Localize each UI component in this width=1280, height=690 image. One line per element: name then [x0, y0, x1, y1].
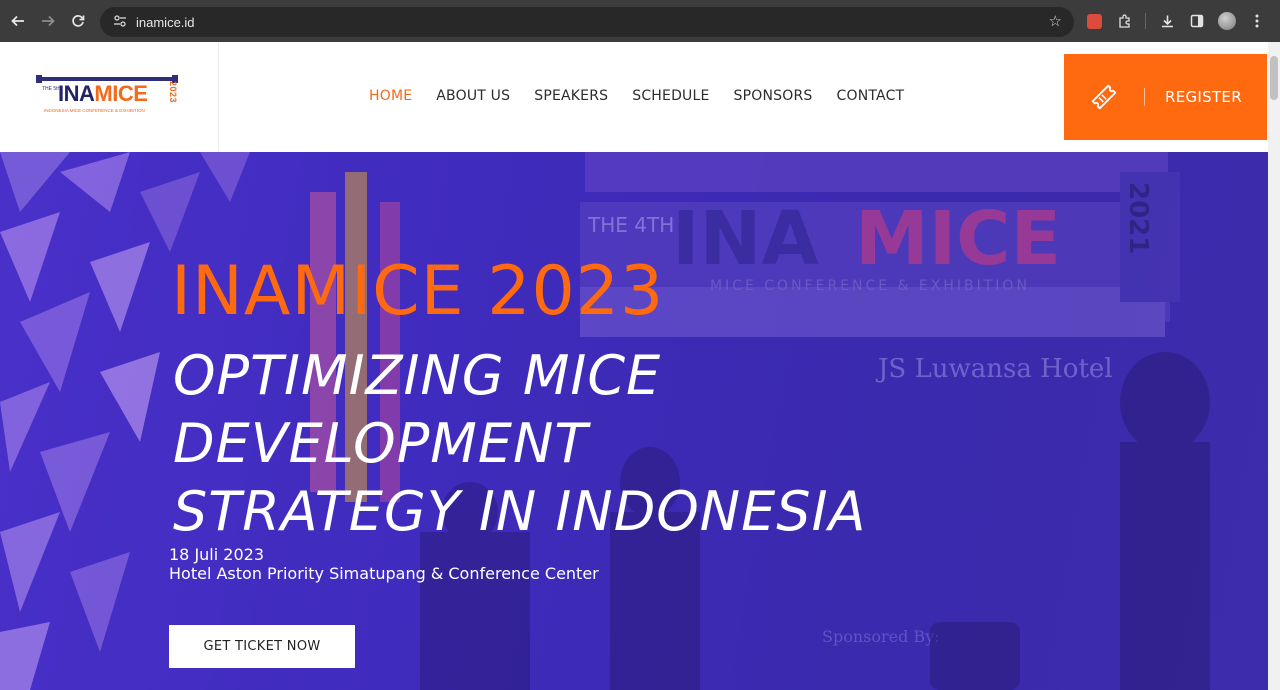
bg-banner-ina: INA: [672, 196, 819, 282]
logo-year: 2023: [168, 81, 178, 104]
page-scrollbar[interactable]: [1268, 42, 1280, 690]
main-nav: HOME ABOUT US SPEAKERS SCHEDULE SPONSORS…: [369, 88, 928, 104]
nav-home[interactable]: HOME: [369, 88, 412, 104]
url-text[interactable]: inamice.id: [136, 15, 195, 30]
scrollbar-thumb[interactable]: [1270, 56, 1278, 100]
event-date: 18 Juli 2023: [169, 545, 264, 564]
event-venue: Hotel Aston Priority Simatupang & Confer…: [169, 564, 599, 583]
logo-link[interactable]: THE 5th INAMICE 2023 INDONESIA MICE CONF…: [0, 42, 219, 152]
back-icon[interactable]: [4, 7, 32, 35]
address-bar[interactable]: inamice.id ☆: [100, 7, 1074, 37]
site-header: THE 5th INAMICE 2023 INDONESIA MICE CONF…: [0, 42, 1268, 152]
hero-subtitle-line: DEVELOPMENT: [173, 412, 589, 475]
hero-subtitle-line: OPTIMIZING MICE: [173, 344, 662, 407]
logo-word: INAMICE: [58, 81, 148, 107]
profile-avatar[interactable]: [1212, 7, 1242, 35]
nav-sponsors[interactable]: SPONSORS: [734, 88, 813, 104]
inamice-logo: THE 5th INAMICE 2023 INDONESIA MICE CONF…: [36, 75, 182, 117]
logo-bar-end: [36, 75, 42, 83]
nav-schedule[interactable]: SCHEDULE: [632, 88, 709, 104]
logo-ina: INA: [58, 81, 95, 106]
menu-icon[interactable]: [1242, 7, 1272, 35]
bg-banner-tagline: MICE CONFERENCE & EXHIBITION: [710, 278, 1030, 294]
hero-section: THE 4TH INA MICE MICE CONFERENCE & EXHIB…: [0, 152, 1268, 690]
nav-contact[interactable]: CONTACT: [837, 88, 905, 104]
logo-mice: MICE: [94, 81, 148, 106]
bg-sponsored-text: Sponsored By:: [822, 627, 940, 646]
bookmark-star-icon[interactable]: ☆: [1049, 12, 1062, 30]
reload-icon[interactable]: [64, 7, 92, 35]
nav-about-us[interactable]: ABOUT US: [436, 88, 510, 104]
side-panel-icon[interactable]: [1182, 7, 1212, 35]
hero-subtitle-line: STRATEGY IN INDONESIA: [173, 480, 867, 543]
bg-banner-year: 2021: [1123, 182, 1153, 254]
logo-tagline: INDONESIA MICE CONFERENCE & EXHIBITION: [44, 108, 145, 113]
hero-subtitle: OPTIMIZING MICE DEVELOPMENT STRATEGY IN …: [173, 342, 1013, 546]
register-divider: [1144, 88, 1145, 106]
register-label: REGISTER: [1165, 88, 1242, 106]
download-icon[interactable]: [1152, 7, 1182, 35]
extensions-icon[interactable]: [1109, 7, 1139, 35]
site-settings-icon[interactable]: [106, 14, 134, 30]
get-ticket-button[interactable]: GET TICKET NOW: [169, 625, 355, 668]
toolbar-actions: [1079, 7, 1272, 35]
hero-title: INAMICE 2023: [171, 252, 665, 331]
todoist-extension-icon[interactable]: [1079, 7, 1109, 35]
bg-banner-the: THE 4TH: [587, 213, 674, 237]
bg-banner-mice: MICE: [855, 196, 1061, 282]
nav-speakers[interactable]: SPEAKERS: [534, 88, 608, 104]
toolbar-separator: [1145, 13, 1146, 29]
forward-icon[interactable]: [34, 7, 62, 35]
browser-toolbar: inamice.id ☆: [0, 0, 1280, 42]
register-button[interactable]: REGISTER: [1064, 54, 1267, 140]
ticket-icon: [1064, 82, 1144, 112]
